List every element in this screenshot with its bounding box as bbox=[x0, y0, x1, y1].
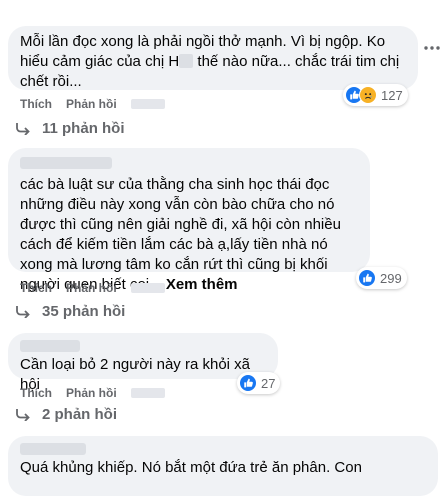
replies-count-label: 11 phản hồi bbox=[42, 120, 125, 137]
timestamp-redacted bbox=[130, 283, 165, 293]
reply-arrow-icon bbox=[16, 122, 30, 135]
comment-bubble: Cần loại bỏ 2 người này ra khỏi xã hội bbox=[8, 333, 278, 393]
timestamp-redacted bbox=[130, 388, 165, 398]
reply-link[interactable]: Phản hồi bbox=[66, 386, 117, 400]
sad-icon bbox=[359, 86, 377, 104]
comment-text: các bà luật sư của thằng cha sinh học th… bbox=[20, 176, 346, 293]
comment-actions: Thích Phản hồi bbox=[20, 281, 179, 295]
redacted-name bbox=[179, 54, 194, 68]
like-icon bbox=[239, 374, 257, 392]
reply-arrow-icon bbox=[16, 408, 30, 421]
like-icon bbox=[358, 269, 376, 287]
reaction-summary[interactable]: 299 bbox=[356, 267, 407, 289]
comment-bubble: Quá khủng khiếp. Nó bắt một đứa trẻ ăn p… bbox=[8, 436, 438, 496]
reply-arrow-icon bbox=[16, 305, 30, 318]
view-replies-button[interactable]: 35 phản hồi bbox=[16, 303, 125, 320]
view-replies-button[interactable]: 11 phản hồi bbox=[16, 120, 125, 137]
like-link[interactable]: Thích bbox=[20, 281, 52, 295]
comment-text: Quá khủng khiếp. Nó bắt một đứa trẻ ăn p… bbox=[20, 459, 362, 476]
like-link[interactable]: Thích bbox=[20, 386, 52, 400]
like-link[interactable]: Thích bbox=[20, 97, 52, 111]
author-name-redacted[interactable] bbox=[20, 443, 86, 455]
comment-actions: Thích Phản hồi bbox=[20, 386, 179, 400]
more-options-icon[interactable] bbox=[420, 36, 444, 60]
comment-bubble: các bà luật sư của thằng cha sinh học th… bbox=[8, 148, 370, 293]
reaction-count: 127 bbox=[381, 87, 403, 103]
author-name-redacted[interactable] bbox=[20, 340, 80, 352]
replies-count-label: 35 phản hồi bbox=[42, 303, 126, 320]
comment-text: Mỗi lần đọc xong là phải ngồi thở mạnh. … bbox=[20, 33, 404, 90]
reply-link[interactable]: Phản hồi bbox=[66, 97, 117, 111]
replies-count-label: 2 phản hồi bbox=[42, 406, 117, 423]
comment-bubble: Mỗi lần đọc xong là phải ngồi thở mạnh. … bbox=[8, 26, 418, 90]
comment-actions: Thích Phản hồi bbox=[20, 97, 179, 111]
view-replies-button[interactable]: 2 phản hồi bbox=[16, 406, 117, 423]
reaction-count: 299 bbox=[380, 270, 402, 286]
author-name-redacted[interactable] bbox=[20, 157, 112, 169]
reaction-count: 27 bbox=[261, 375, 276, 391]
reaction-summary[interactable]: 27 bbox=[237, 372, 281, 394]
timestamp-redacted bbox=[130, 99, 165, 109]
reply-link[interactable]: Phản hồi bbox=[66, 281, 117, 295]
reaction-summary[interactable]: 127 bbox=[343, 84, 408, 106]
